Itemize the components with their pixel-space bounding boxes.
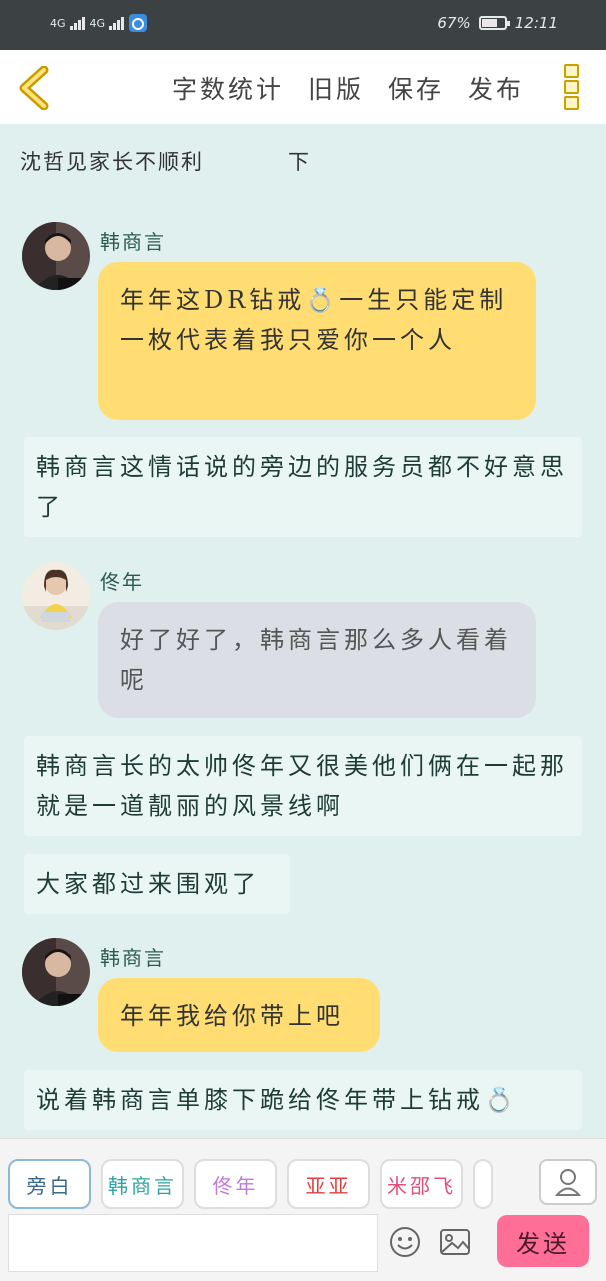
battery-icon <box>478 16 510 30</box>
character-chip-label: 佟年 <box>212 1173 259 1198</box>
battery-percent: 67% <box>437 14 471 32</box>
avatar-image <box>22 222 90 290</box>
status-left: 4G 4G <box>50 14 148 32</box>
narration-block[interactable]: 大家都过来围观了 <box>24 854 290 914</box>
network-type-1: 4G <box>50 16 66 30</box>
app-notification-icon <box>129 14 148 32</box>
status-bar: 4G 4G 67% 12:11 <box>0 0 606 50</box>
battery-level <box>481 19 497 27</box>
user-icon <box>555 1169 581 1196</box>
character-chip-overflow[interactable] <box>473 1159 493 1209</box>
avatar-image <box>22 562 90 630</box>
add-character-button[interactable] <box>539 1159 597 1205</box>
character-chip-yaya[interactable]: 亚亚 <box>287 1159 370 1209</box>
character-chip-label: 旁白 <box>26 1173 73 1198</box>
narration-block[interactable]: 韩商言这情话说的旁边的服务员都不好意思了 <box>24 437 582 537</box>
narration-block[interactable]: 说着韩商言单膝下跪给佟年带上钻戒💍 <box>24 1070 582 1130</box>
avatar-han-shangyan[interactable] <box>22 938 90 1006</box>
editor-toolbar: 字数统计 旧版 保存 发布 <box>0 50 606 124</box>
clock: 12:11 <box>514 14 558 32</box>
signal-icon-2 <box>109 17 125 30</box>
status-right: 67% 12:11 <box>437 14 558 32</box>
send-button[interactable]: 发送 <box>497 1215 589 1267</box>
chapter-title-text: 沈哲见家长不顺利 <box>20 150 204 174</box>
character-chip-label: 韩商言 <box>108 1173 177 1198</box>
send-label: 发送 <box>516 1229 570 1258</box>
signal-icon <box>69 17 85 30</box>
dialogue-bubble[interactable]: 好了好了，韩商言那么多人看着呢 <box>98 602 536 718</box>
chapter-title: 沈哲见家长不顺利 下 <box>20 146 311 176</box>
speaker-name: 韩商言 <box>100 946 166 970</box>
composer-panel: 旁白 韩商言 佟年 亚亚 米邵飞 发送 <box>0 1138 606 1281</box>
word-count-button[interactable]: 字数统计 <box>172 70 284 106</box>
chapter-title-suffix: 下 <box>288 150 311 174</box>
dialogue-bubble[interactable]: 年年我给你带上吧 <box>98 978 380 1052</box>
character-chip-mi-shaofei[interactable]: 米邵飞 <box>380 1159 463 1209</box>
toolbar-actions: 字数统计 旧版 保存 发布 <box>172 70 524 106</box>
character-chip-label: 米邵飞 <box>387 1173 456 1198</box>
character-chip-han-shangyan[interactable]: 韩商言 <box>101 1159 184 1209</box>
avatar-tong-nian[interactable] <box>22 562 90 630</box>
character-chip-tong-nian[interactable]: 佟年 <box>194 1159 277 1209</box>
more-menu-icon[interactable] <box>562 64 584 110</box>
speaker-name: 佟年 <box>100 570 144 594</box>
character-selector: 旁白 韩商言 佟年 亚亚 米邵飞 <box>8 1159 493 1209</box>
dialogue-bubble[interactable]: 年年这DR钻戒💍一生只能定制一枚代表着我只爱你一个人 <box>98 262 536 420</box>
character-chip-narrator[interactable]: 旁白 <box>8 1159 91 1209</box>
speaker-name: 韩商言 <box>100 230 166 254</box>
save-button[interactable]: 保存 <box>388 70 444 106</box>
avatar-han-shangyan[interactable] <box>22 222 90 290</box>
publish-button[interactable]: 发布 <box>468 70 524 106</box>
emoji-icon[interactable] <box>388 1225 422 1259</box>
old-version-button[interactable]: 旧版 <box>308 70 364 106</box>
character-chip-label: 亚亚 <box>305 1173 352 1198</box>
back-arrow-icon[interactable] <box>16 66 56 110</box>
avatar-image <box>22 938 90 1006</box>
network-type-2: 4G <box>89 16 106 30</box>
image-icon[interactable] <box>438 1225 472 1259</box>
narration-block[interactable]: 韩商言长的太帅佟年又很美他们俩在一起那就是一道靓丽的风景线啊 <box>24 736 582 836</box>
message-input[interactable] <box>8 1214 378 1272</box>
